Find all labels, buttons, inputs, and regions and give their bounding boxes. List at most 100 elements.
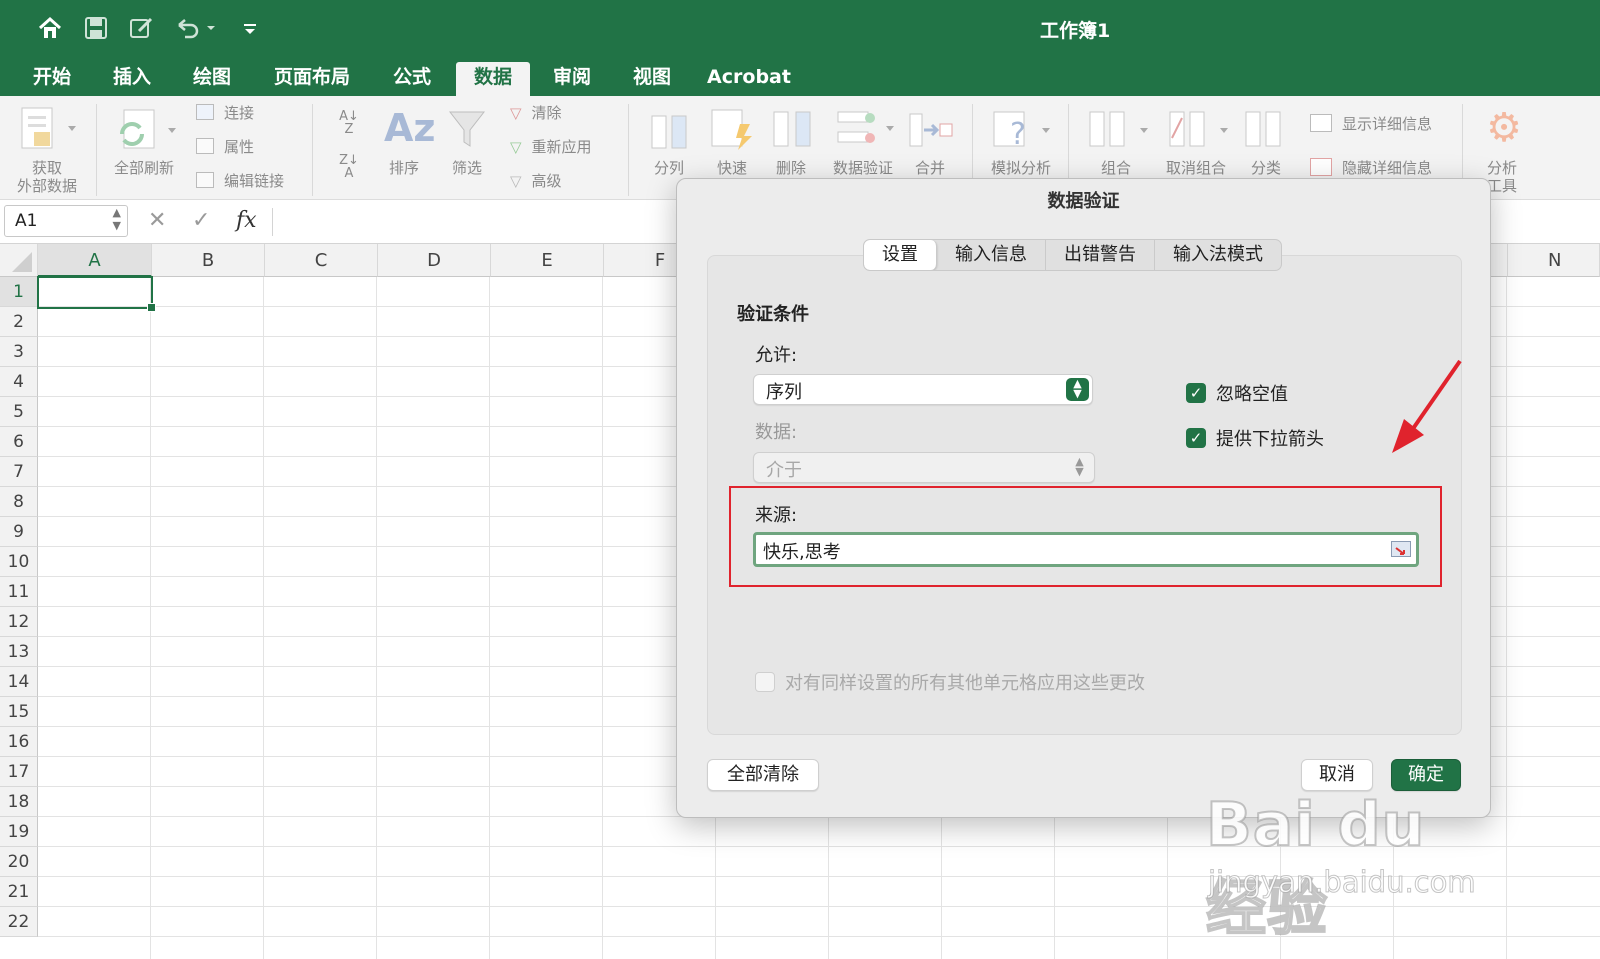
tab-insert[interactable]: 插入 [102,62,162,96]
tab-formulas[interactable]: 公式 [382,62,442,96]
ungroup-button[interactable]: 取消组合 [1156,159,1236,177]
group-button[interactable]: 组合 [1092,159,1140,177]
reapply-button[interactable]: ▽ 重新应用 [510,138,620,156]
name-box-value: A1 [15,211,38,231]
tab-settings[interactable]: 设置 [864,240,937,270]
insert-function-icon[interactable]: fx [236,208,257,233]
tab-input-message[interactable]: 输入信息 [937,240,1046,270]
get-external-data-button[interactable]: 获取 外部数据 [10,159,84,195]
row-header[interactable]: 11 [0,577,38,607]
row-header[interactable]: 8 [0,487,38,517]
column-header-b[interactable]: B [152,244,265,277]
connections-button[interactable]: 连接 [196,104,276,122]
tab-acrobat[interactable]: Acrobat [704,62,794,96]
home-icon[interactable] [36,14,64,42]
undo-icon[interactable] [174,14,218,42]
row-header[interactable]: 22 [0,907,38,937]
clear-all-button[interactable]: 全部清除 [707,759,819,791]
highlight-box [729,486,1442,587]
edit-links-button[interactable]: 编辑链接 [196,172,296,190]
cancel-button[interactable]: 取消 [1301,759,1373,791]
row-header[interactable]: 2 [0,307,38,337]
consolidate-button[interactable]: 合并 [906,159,954,177]
row-header[interactable]: 14 [0,667,38,697]
tab-ime-mode[interactable]: 输入法模式 [1155,240,1281,270]
row-header[interactable]: 3 [0,337,38,367]
show-detail-label: 显示详细信息 [1342,115,1433,133]
row-header[interactable]: 16 [0,727,38,757]
row-header[interactable]: 15 [0,697,38,727]
allow-select[interactable]: 序列 ▲ ▼ [753,374,1093,405]
row-header[interactable]: 21 [0,877,38,907]
allow-stepper-icon[interactable]: ▲ ▼ [1066,378,1089,401]
properties-button[interactable]: 属性 [196,138,276,156]
column-header-c[interactable]: C [265,244,378,277]
tab-error-alert[interactable]: 出错警告 [1046,240,1155,270]
refresh-all-button[interactable]: 全部刷新 [104,159,184,177]
row-header[interactable]: 20 [0,847,38,877]
tab-page-layout[interactable]: 页面布局 [262,62,362,96]
customize-icon[interactable] [236,14,264,42]
tab-home[interactable]: 开始 [22,62,82,96]
connections-icon [196,104,214,120]
column-header-d[interactable]: D [378,244,491,277]
ignore-blank-checkbox[interactable]: ✓ 忽略空值 [1186,380,1288,406]
in-cell-dropdown-checkbox[interactable]: ✓ 提供下拉箭头 [1186,425,1324,451]
ribbon-separator [628,104,629,196]
row-header[interactable]: 18 [0,787,38,817]
row-header[interactable]: 7 [0,457,38,487]
data-stepper-icon: ▲ ▼ [1075,455,1084,478]
filter-button[interactable]: 筛选 [442,159,492,177]
properties-icon [196,138,214,154]
cancel-icon[interactable]: ✕ [148,208,166,233]
tab-review[interactable]: 审阅 [542,62,602,96]
advanced-button[interactable]: ▽ 高级 [510,172,590,190]
sort-icon: Az [384,106,436,150]
dialog-title: 数据验证 [1047,191,1120,212]
what-if-analysis-button[interactable]: 模拟分析 [984,159,1058,177]
show-detail-button[interactable]: 显示详细信息 [1310,114,1450,133]
hide-detail-button[interactable]: 隐藏详细信息 [1310,158,1450,177]
active-cell-a1[interactable] [37,276,156,312]
sort-za-icon[interactable]: Z↓ A [334,154,364,180]
edit-icon[interactable] [128,14,156,42]
name-box-stepper-icon[interactable]: ▲ ▼ [113,206,121,232]
filter-icon [448,111,486,147]
row-header[interactable]: 17 [0,757,38,787]
consolidate-icon [909,113,953,147]
apply-all-checkbox[interactable]: 对有同样设置的所有其他单元格应用这些更改 [755,669,1145,695]
clear-button[interactable]: ▽ 清除 [510,104,590,122]
ribbon-separator [96,104,97,196]
column-header-a[interactable]: A [38,244,152,277]
tab-view[interactable]: 视图 [622,62,682,96]
row-header[interactable]: 9 [0,517,38,547]
tab-draw[interactable]: 绘图 [182,62,242,96]
row-header[interactable]: 19 [0,817,38,847]
sort-az-icon[interactable]: A↓ Z [334,110,364,136]
row-header[interactable]: 12 [0,607,38,637]
row-header[interactable]: 10 [0,547,38,577]
name-box[interactable]: A1 ▲ ▼ [4,205,128,237]
what-if-icon: ? [993,111,1050,152]
select-all-corner[interactable] [0,244,38,277]
row-header[interactable]: 6 [0,427,38,457]
clear-filter-icon: ▽ [510,104,522,122]
get-external-data-label-1: 获取 [31,159,62,177]
remove-duplicates-button[interactable]: 删除 [767,159,815,177]
column-header-n[interactable]: N [1508,244,1600,277]
red-arrow-annotation [1392,359,1462,453]
column-header-e[interactable]: E [491,244,604,277]
enter-icon[interactable]: ✓ [192,208,210,233]
flash-fill-button[interactable]: 快速 [708,159,756,177]
save-icon[interactable] [82,14,110,42]
data-validation-button[interactable]: 数据验证 [826,159,900,177]
row-header[interactable]: 13 [0,637,38,667]
row-header[interactable]: 5 [0,397,38,427]
row-header[interactable]: 1 [0,277,38,307]
tab-data[interactable]: 数据 [456,62,530,96]
text-to-columns-button[interactable]: 分列 [645,159,693,177]
sort-button[interactable]: 排序 [380,159,428,177]
row-header[interactable]: 4 [0,367,38,397]
ok-button[interactable]: 确定 [1391,759,1461,791]
subtotal-button[interactable]: 分类 [1242,159,1290,177]
